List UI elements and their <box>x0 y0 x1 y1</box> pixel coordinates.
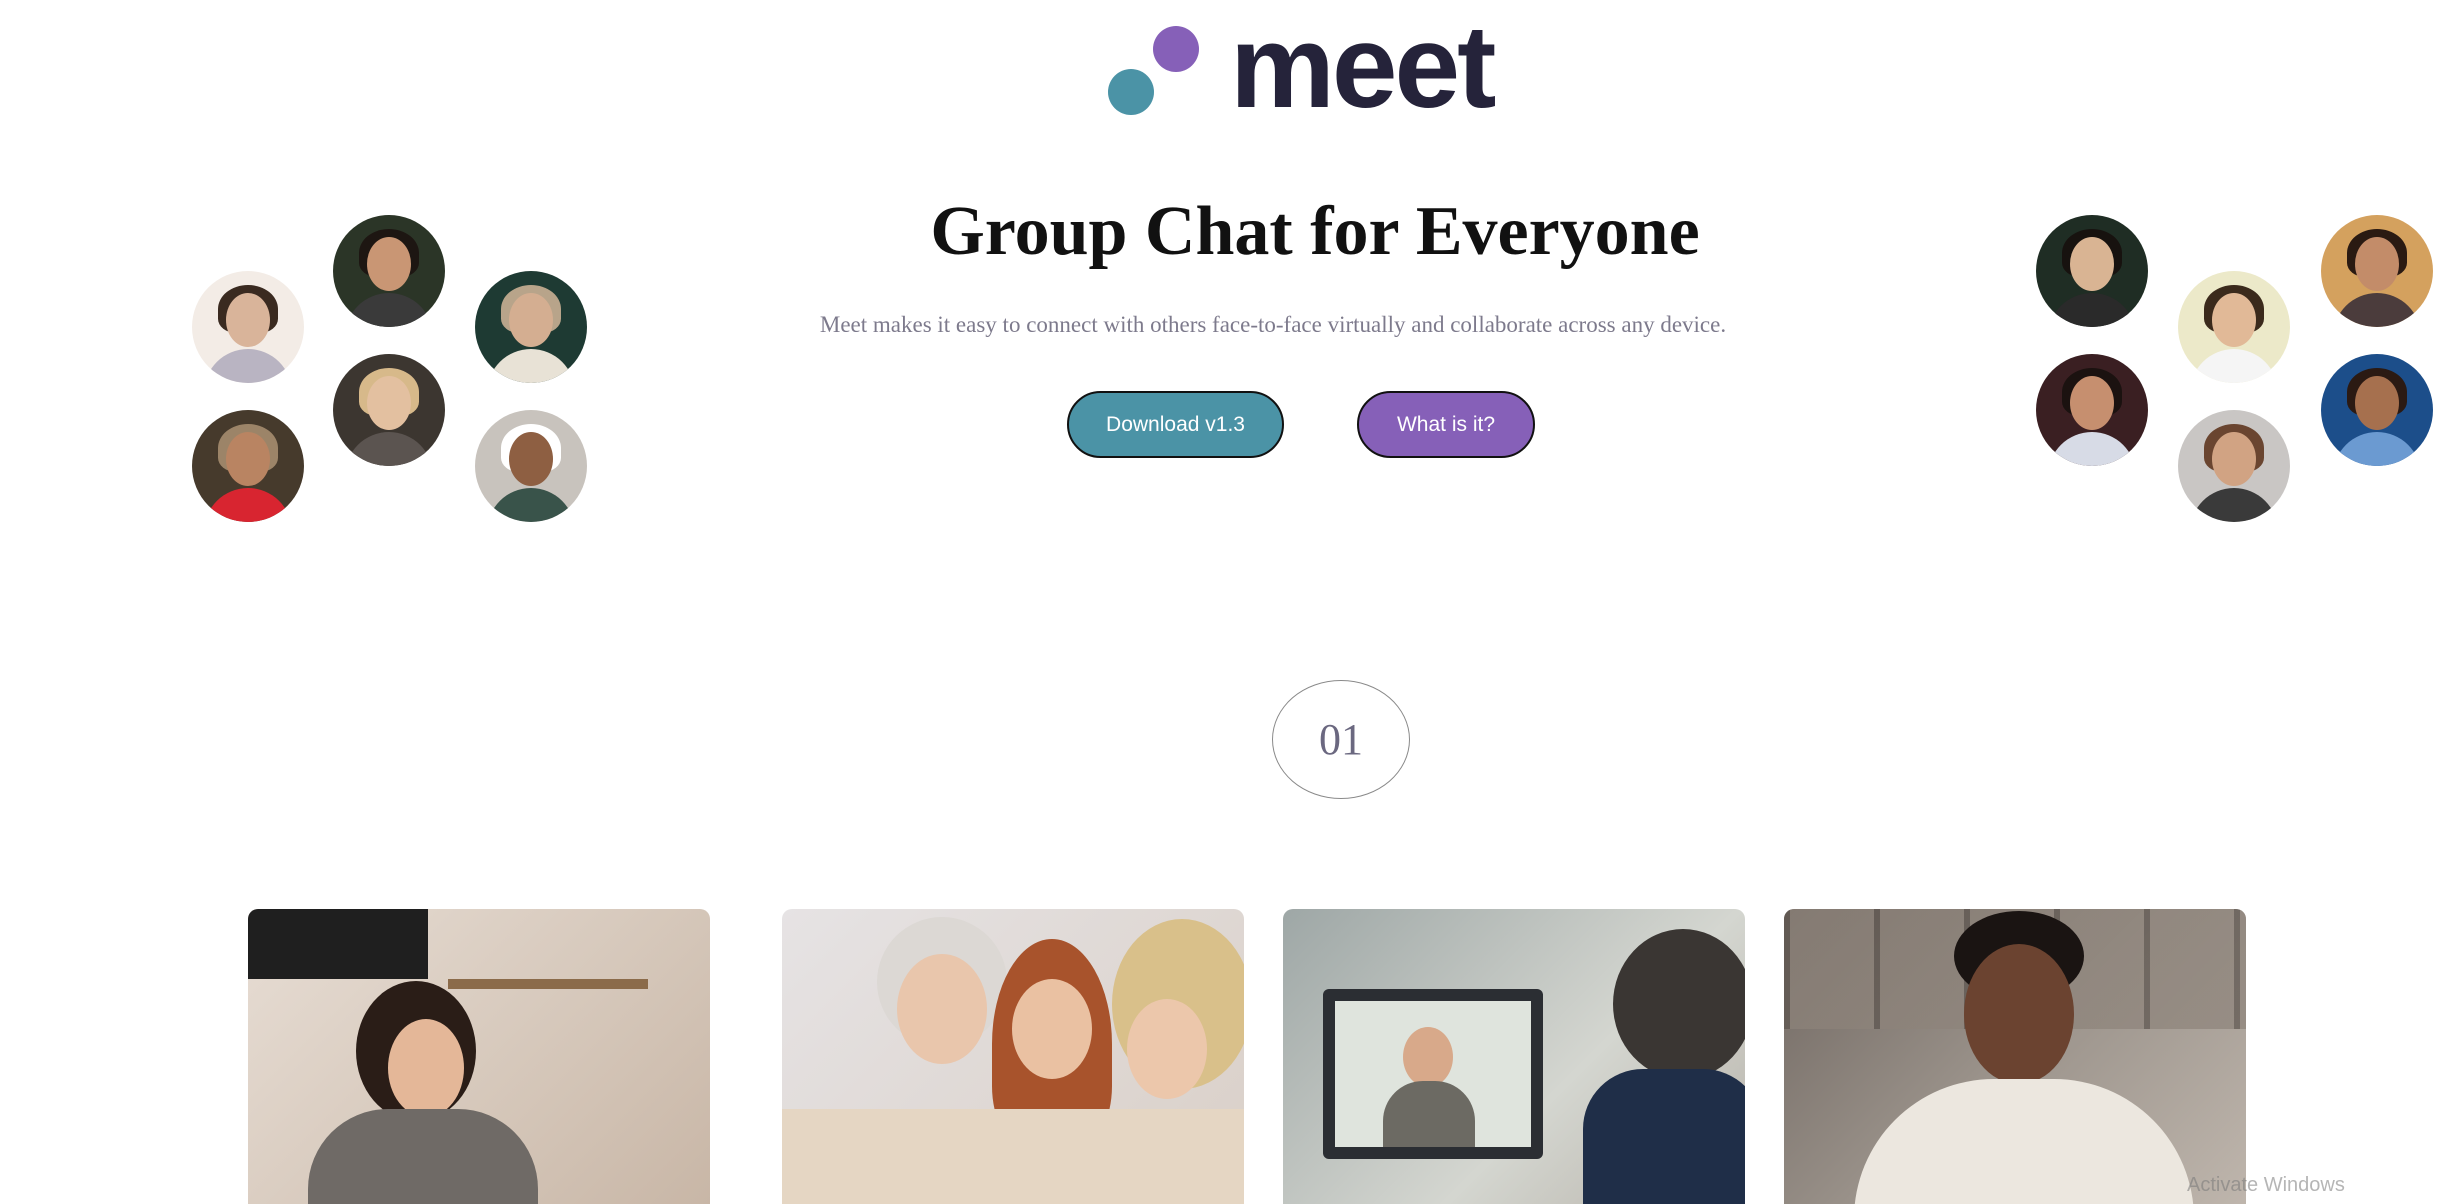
avatar-older-man <box>475 410 587 522</box>
photo-card-3 <box>1283 909 1745 1204</box>
avatar-smiling-woman <box>333 215 445 327</box>
photo-card-2 <box>782 909 1244 1204</box>
card-3-caller-shirt <box>1383 1081 1475 1147</box>
avatar-face <box>2355 376 2399 430</box>
logo-teal-dot <box>1108 69 1154 115</box>
card-3-man-jacket <box>1583 1069 1745 1204</box>
avatar-young-man <box>192 271 304 383</box>
activate-windows-watermark: Activate Windows <box>2187 1174 2345 1196</box>
card-2-face-right <box>1127 999 1207 1099</box>
card-1-sweater <box>308 1109 538 1204</box>
avatar-face <box>2070 237 2114 291</box>
avatar-excited-man <box>2178 271 2290 383</box>
avatar-blonde-woman <box>333 354 445 466</box>
meet-logo[interactable]: meet <box>1108 8 1498 132</box>
avatar-face <box>226 293 270 347</box>
avatar-man-flowers <box>2036 354 2148 466</box>
avatar-face <box>367 237 411 291</box>
avatar-face <box>367 376 411 430</box>
card-2-clothes <box>782 1109 1244 1204</box>
card-3-man-head <box>1613 929 1745 1079</box>
avatar-woman-denim <box>2321 354 2433 466</box>
avatar-man-sunglasses <box>2036 215 2148 327</box>
avatar-face <box>509 432 553 486</box>
photo-card-1 <box>248 909 710 1204</box>
card-3-caller-face <box>1403 1027 1453 1087</box>
step-number-badge: 01 <box>1272 680 1410 799</box>
avatar-face <box>2212 432 2256 486</box>
avatar-laughing-man-hat <box>192 410 304 522</box>
avatar-face <box>226 432 270 486</box>
photo-card-4 <box>1784 909 2246 1204</box>
card-2-face-left <box>897 954 987 1064</box>
logo-wordmark: meet <box>1230 1 1496 133</box>
card-4-man-face <box>1964 944 2074 1084</box>
avatar-face <box>2355 237 2399 291</box>
avatar-face <box>509 293 553 347</box>
avatar-face <box>2070 376 2114 430</box>
card-1-shelf <box>448 979 648 989</box>
card-2-face-middle <box>1012 979 1092 1079</box>
card-1-face <box>388 1019 464 1117</box>
logo-purple-dot <box>1153 26 1199 72</box>
what-is-it-button[interactable]: What is it? <box>1357 391 1535 458</box>
avatar-curly-man <box>2178 410 2290 522</box>
card-1-hood <box>248 909 428 979</box>
avatar-couple <box>2321 215 2433 327</box>
avatar-face <box>2212 293 2256 347</box>
download-button[interactable]: Download v1.3 <box>1067 391 1284 458</box>
avatar-bearded-man <box>475 271 587 383</box>
